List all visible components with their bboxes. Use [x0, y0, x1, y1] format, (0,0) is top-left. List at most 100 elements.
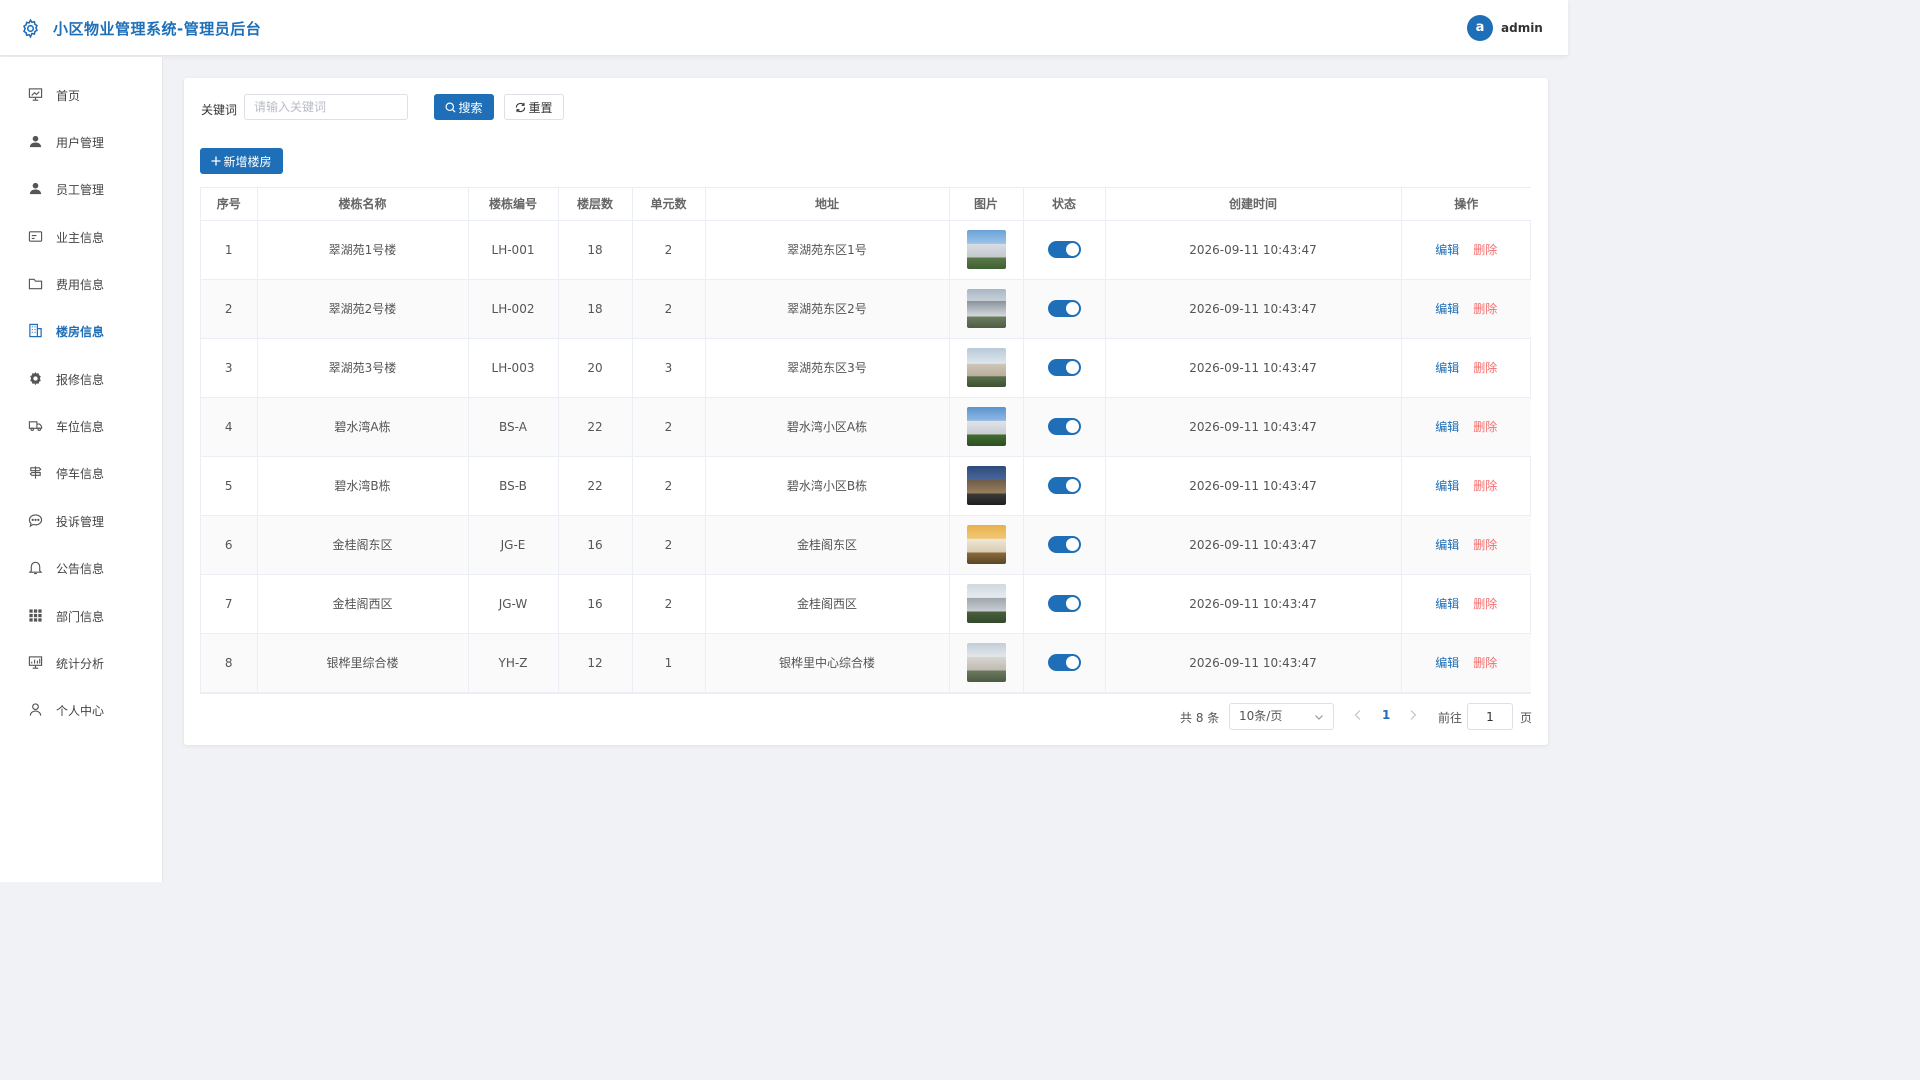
grid-icon — [29, 609, 42, 622]
cell-floors: 16 — [558, 574, 633, 634]
sidebar-item-repairs[interactable]: 报修信息 — [0, 355, 162, 402]
search-button[interactable]: 搜索 — [434, 94, 494, 120]
status-toggle[interactable] — [1047, 418, 1081, 435]
status-toggle[interactable] — [1047, 359, 1081, 376]
cell-building-name: 翠湖苑3号楼 — [257, 338, 469, 398]
table-row: 5 碧水湾B栋 BS-B 22 2 碧水湾小区B栋 2026-09-11 10:43:47 编… — [201, 456, 1531, 516]
prev-page-icon[interactable] — [1353, 709, 1363, 721]
sidebar-item-owners[interactable]: 业主信息 — [0, 213, 162, 260]
cell-actions: 编辑 删除 — [1401, 515, 1531, 575]
page-size-select[interactable]: 10条/页 — [1229, 703, 1334, 730]
sidebar-item-profile[interactable]: 个人中心 — [0, 686, 162, 733]
goto-label: 前往 — [1438, 711, 1463, 725]
building-thumbnail[interactable] — [966, 643, 1006, 682]
avatar[interactable]: a — [1467, 15, 1493, 41]
delete-link[interactable]: 删除 — [1473, 361, 1497, 375]
delete-link[interactable]: 删除 — [1473, 420, 1497, 434]
building-thumbnail[interactable] — [966, 230, 1006, 269]
sidebar-item-parking-spaces[interactable]: 车位信息 — [0, 402, 162, 449]
cell-address: 翠湖苑东区1号 — [705, 220, 950, 280]
building-thumbnail[interactable] — [966, 525, 1006, 564]
cell-units: 2 — [632, 456, 706, 516]
edit-link[interactable]: 编辑 — [1435, 243, 1459, 257]
column-header: 图片 — [949, 188, 1024, 221]
status-toggle[interactable] — [1047, 536, 1081, 553]
keyword-search-input[interactable] — [244, 94, 408, 120]
building-thumbnail[interactable] — [966, 466, 1006, 505]
goto-page-input[interactable] — [1467, 703, 1513, 730]
cell-index: 5 — [201, 456, 258, 516]
cell-index: 1 — [201, 220, 258, 280]
sidebar-item-home[interactable]: 首页 — [0, 71, 162, 118]
sidebar-item-label: 部门信息 — [56, 610, 105, 624]
gear-icon — [30, 371, 41, 386]
cell-address: 银桦里中心综合楼 — [705, 633, 950, 693]
status-toggle[interactable] — [1047, 595, 1081, 612]
cell-units: 1 — [632, 633, 706, 693]
edit-link[interactable]: 编辑 — [1435, 656, 1459, 670]
next-page-icon[interactable] — [1408, 709, 1418, 721]
pagination-total: 共 8 条 — [1180, 711, 1220, 725]
table-row: 8 银桦里综合楼 YH-Z 12 1 银桦里中心综合楼 2026-09-11 10:43:4… — [201, 633, 1531, 693]
cell-created-time: 2026-09-11 10:43:47 — [1105, 515, 1402, 575]
sidebar-item-staff[interactable]: 员工管理 — [0, 165, 162, 212]
sidebar-item-notices[interactable]: 公告信息 — [0, 544, 162, 591]
status-toggle[interactable] — [1047, 241, 1081, 258]
status-toggle[interactable] — [1047, 654, 1081, 671]
sidebar-item-users[interactable]: 用户管理 — [0, 118, 162, 165]
delete-link[interactable]: 删除 — [1473, 302, 1497, 316]
username[interactable]: admin — [1501, 21, 1543, 35]
status-toggle[interactable] — [1047, 300, 1081, 317]
column-header: 单元数 — [632, 188, 706, 221]
search-icon — [445, 102, 456, 113]
building-thumbnail[interactable] — [966, 407, 1006, 446]
sidebar-item-buildings[interactable]: 楼房信息 — [0, 307, 162, 354]
column-header: 序号 — [201, 188, 258, 221]
edit-link[interactable]: 编辑 — [1435, 302, 1459, 316]
cell-actions: 编辑 删除 — [1401, 338, 1531, 398]
folder-icon — [28, 278, 43, 290]
edit-link[interactable]: 编辑 — [1435, 538, 1459, 552]
cell-building-code: LH-002 — [468, 279, 559, 339]
cell-units: 2 — [632, 574, 706, 634]
edit-link[interactable]: 编辑 — [1435, 597, 1459, 611]
delete-link[interactable]: 删除 — [1473, 656, 1497, 670]
sidebar-item-label: 报修信息 — [56, 373, 105, 387]
reset-button[interactable]: 重置 — [504, 94, 564, 120]
user-icon — [29, 182, 42, 195]
delete-link[interactable]: 删除 — [1473, 243, 1497, 257]
sidebar-item-statistics[interactable]: 统计分析 — [0, 639, 162, 686]
cell-floors: 22 — [558, 456, 633, 516]
cell-actions: 编辑 删除 — [1401, 220, 1531, 280]
delete-link[interactable]: 删除 — [1473, 597, 1497, 611]
top-header: 小区物业管理系统-管理员后台 a admin — [0, 0, 1568, 56]
delete-link[interactable]: 删除 — [1473, 538, 1497, 552]
truck-icon — [28, 421, 43, 432]
sidebar-item-parking[interactable]: 停车信息 — [0, 449, 162, 496]
building-thumbnail[interactable] — [966, 348, 1006, 387]
cell-status — [1023, 279, 1106, 339]
cell-building-code: LH-003 — [468, 338, 559, 398]
cell-status — [1023, 456, 1106, 516]
cell-actions: 编辑 删除 — [1401, 574, 1531, 634]
add-building-button[interactable]: 新增楼房 — [200, 148, 283, 174]
cell-image — [949, 633, 1024, 693]
delete-link[interactable]: 删除 — [1473, 479, 1497, 493]
status-toggle[interactable] — [1047, 477, 1081, 494]
edit-link[interactable]: 编辑 — [1435, 479, 1459, 493]
cell-status — [1023, 574, 1106, 634]
cell-created-time: 2026-09-11 10:43:47 — [1105, 220, 1402, 280]
cell-address: 碧水湾小区A栋 — [705, 397, 950, 457]
building-thumbnail[interactable] — [966, 584, 1006, 623]
sidebar-item-departments[interactable]: 部门信息 — [0, 592, 162, 639]
edit-link[interactable]: 编辑 — [1435, 361, 1459, 375]
sidebar-item-label: 公告信息 — [56, 562, 105, 576]
cell-building-code: JG-E — [468, 515, 559, 575]
page-number-current[interactable]: 1 — [1382, 708, 1390, 722]
sidebar-item-complaints[interactable]: 投诉管理 — [0, 497, 162, 544]
cell-building-name: 金桂阁西区 — [257, 574, 469, 634]
sidebar-item-fees[interactable]: 费用信息 — [0, 260, 162, 307]
building-thumbnail[interactable] — [966, 289, 1006, 328]
cell-building-code: BS-A — [468, 397, 559, 457]
edit-link[interactable]: 编辑 — [1435, 420, 1459, 434]
